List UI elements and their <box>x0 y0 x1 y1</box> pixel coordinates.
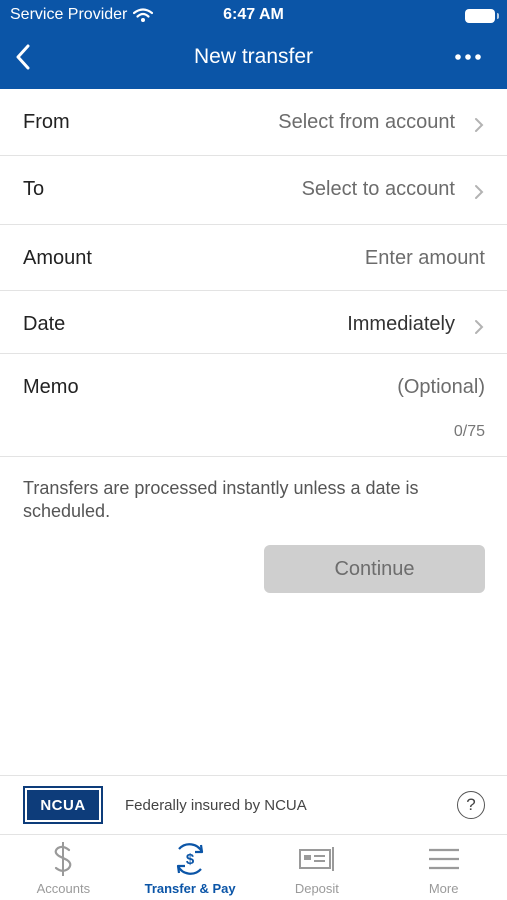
tab-accounts[interactable]: Accounts <box>0 835 127 900</box>
amount-row[interactable]: Amount Enter amount <box>0 225 507 291</box>
tab-deposit[interactable]: Deposit <box>254 835 381 900</box>
check-deposit-icon <box>297 841 337 877</box>
memo-row[interactable]: Memo (Optional) 0/75 <box>0 354 507 457</box>
ellipsis-icon <box>455 54 481 60</box>
more-options-button[interactable] <box>451 40 485 74</box>
nav-bar: New transfer <box>0 34 507 82</box>
chevron-right-icon <box>475 118 484 132</box>
ncua-logo: NCUA <box>23 786 103 824</box>
dollar-icon <box>43 841 83 877</box>
battery-icon <box>465 9 499 23</box>
to-label: To <box>23 178 45 200</box>
transfer-pay-icon: $ <box>170 841 210 877</box>
date-row[interactable]: Date Immediately <box>0 291 507 354</box>
chevron-right-icon <box>475 320 484 334</box>
status-bar: Service Provider 6:47 AM <box>0 0 507 32</box>
ncua-text: Federally insured by NCUA <box>125 797 307 814</box>
to-account-value[interactable]: Select to account <box>302 178 455 201</box>
ncua-banner: NCUA Federally insured by NCUA ? <box>0 775 507 835</box>
tab-transfer-pay-label: Transfer & Pay <box>144 881 236 896</box>
page-title: New transfer <box>193 45 314 68</box>
amount-input[interactable]: Enter amount <box>365 247 485 270</box>
status-time: 6:47 AM <box>223 6 284 23</box>
tab-bar: Accounts $ Transfer & Pay Deposit More <box>0 835 507 900</box>
date-value[interactable]: Immediately <box>347 313 455 336</box>
help-button[interactable]: ? <box>457 791 485 819</box>
continue-button[interactable]: Continue <box>264 545 485 593</box>
date-label: Date <box>23 313 66 335</box>
tab-deposit-label: Deposit <box>294 881 339 896</box>
tab-more[interactable]: More <box>380 835 507 900</box>
tab-more-label: More <box>428 881 459 896</box>
transfer-note: Transfers are processed instantly unless… <box>23 478 419 521</box>
from-label: From <box>23 111 70 133</box>
from-account-row[interactable]: From Select from account <box>0 89 507 156</box>
to-account-row[interactable]: To Select to account <box>0 156 507 225</box>
question-icon: ? <box>466 795 476 814</box>
app-header: Service Provider 6:47 AM New transfer <box>0 0 507 89</box>
memo-label: Memo <box>23 376 79 398</box>
menu-icon <box>424 841 464 877</box>
memo-char-counter: 0/75 <box>453 423 485 440</box>
memo-input[interactable]: (Optional) <box>397 376 485 399</box>
svg-text:$: $ <box>186 851 195 868</box>
amount-label: Amount <box>23 247 92 269</box>
from-account-value[interactable]: Select from account <box>278 111 455 134</box>
tab-accounts-label: Accounts <box>36 881 91 896</box>
chevron-right-icon <box>475 185 484 199</box>
ncua-logo-text: NCUA <box>27 790 99 820</box>
transfer-form: From Select from account To Select to ac… <box>0 89 507 457</box>
tab-transfer-pay[interactable]: $ Transfer & Pay <box>127 835 254 900</box>
